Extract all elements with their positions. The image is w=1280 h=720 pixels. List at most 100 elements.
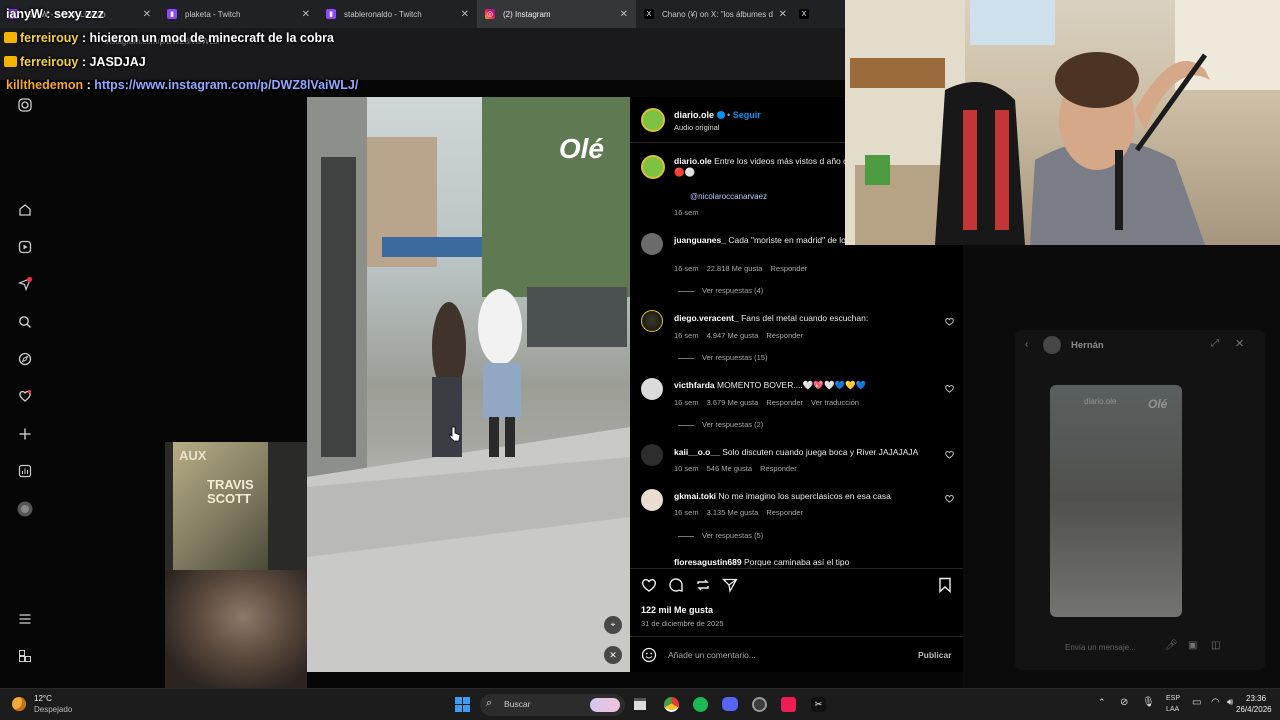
- account-avatar[interactable]: [641, 155, 665, 179]
- comment-avatar[interactable]: [641, 233, 663, 255]
- post-video[interactable]: Olé ✕ ⌖: [307, 97, 630, 672]
- comment-user[interactable]: gkmai.toki: [674, 491, 716, 501]
- back-icon[interactable]: ‹: [1025, 339, 1028, 350]
- wifi-icon[interactable]: ◠: [1211, 697, 1220, 708]
- profile-avatar-icon[interactable]: [16, 500, 34, 518]
- view-replies[interactable]: Ver respuestas (15): [678, 353, 767, 362]
- home-icon[interactable]: [16, 201, 34, 219]
- chrome-icon[interactable]: [664, 697, 679, 712]
- shared-post-card[interactable]: diario.ole Olé: [1050, 385, 1182, 617]
- dm-contact-name[interactable]: Hernán: [1071, 340, 1104, 351]
- tab-x[interactable]: X Chano (¥) on X: "los álbumes de ✕: [636, 0, 795, 28]
- close-tab-icon[interactable]: ✕: [620, 9, 628, 20]
- emoji-icon[interactable]: [641, 647, 657, 663]
- taskbar-search[interactable]: ⌕ Buscar: [480, 694, 625, 716]
- obs-icon[interactable]: [752, 697, 767, 712]
- tab-twitch-plaketa[interactable]: ▮ plaketa - Twitch ✕: [159, 0, 318, 28]
- reply-button[interactable]: Responder: [770, 264, 807, 273]
- mic-icon[interactable]: 🎙︎: [1142, 697, 1155, 708]
- tab-x-2[interactable]: X: [795, 0, 815, 28]
- network-icon[interactable]: ⊘: [1120, 697, 1128, 708]
- comment-user[interactable]: victhfarda: [674, 380, 715, 390]
- view-replies[interactable]: Ver respuestas (5): [678, 531, 763, 540]
- like-comment-icon[interactable]: [945, 384, 954, 393]
- tray-chevron-icon[interactable]: ⌃: [1098, 697, 1106, 708]
- threads-grid-icon[interactable]: [16, 647, 34, 665]
- dashboard-icon[interactable]: [16, 462, 34, 480]
- tag-icon[interactable]: ⌖: [604, 616, 622, 634]
- microphone-icon[interactable]: 🎤︎: [1165, 640, 1178, 651]
- reply-button[interactable]: Responder: [760, 464, 797, 473]
- like-comment-icon[interactable]: [945, 450, 954, 459]
- comment-user[interactable]: juanguanes_: [674, 235, 726, 245]
- close-tab-icon[interactable]: ✕: [779, 9, 787, 20]
- translate-button[interactable]: Ver traducción: [811, 398, 859, 407]
- search-icon[interactable]: [16, 313, 34, 331]
- comment-avatar[interactable]: [641, 310, 663, 332]
- discord-icon[interactable]: [722, 697, 738, 711]
- capcut-icon[interactable]: ✂: [811, 697, 826, 712]
- tab-twitch-stableronaldo[interactable]: ▮ stableronaldo - Twitch ✕: [318, 0, 477, 28]
- dm-message-input[interactable]: Envía un mensaje...: [1065, 643, 1136, 652]
- comment-likes[interactable]: 4.947 Me gusta: [707, 331, 759, 340]
- clock-date[interactable]: 26/4/2026: [1236, 705, 1272, 714]
- mention-link[interactable]: @nicolaroccanarvaez: [690, 192, 767, 201]
- clock-time[interactable]: 23:36: [1246, 694, 1266, 703]
- reply-button[interactable]: Responder: [766, 331, 803, 340]
- save-icon[interactable]: [938, 577, 952, 593]
- comment-avatar[interactable]: [641, 489, 663, 511]
- comment-likes[interactable]: 546 Me gusta: [707, 464, 752, 473]
- like-icon[interactable]: [641, 577, 657, 593]
- comment-likes[interactable]: 22.818 Me gusta: [707, 264, 763, 273]
- like-comment-icon[interactable]: [945, 494, 954, 503]
- comment-icon[interactable]: [668, 577, 684, 593]
- like-comment-icon[interactable]: [945, 317, 954, 326]
- comment-avatar[interactable]: [641, 378, 663, 400]
- instagram-logo-icon[interactable]: [16, 96, 34, 114]
- comment-user[interactable]: kaii__o.o__: [674, 447, 720, 457]
- volume-icon[interactable]: 🔊︎: [1227, 697, 1233, 708]
- account-name[interactable]: diario.ole: [674, 110, 714, 120]
- weather-temp[interactable]: 12°C: [34, 694, 52, 703]
- comment-user[interactable]: floresagustin689: [674, 557, 742, 567]
- notifications-icon[interactable]: [16, 387, 34, 405]
- close-tab-icon[interactable]: ✕: [302, 9, 310, 20]
- comment-likes[interactable]: 3.135 Me gusta: [707, 508, 759, 517]
- display-icon[interactable]: ▭: [1192, 697, 1201, 708]
- comment-input[interactable]: Añade un comentario...: [668, 650, 888, 660]
- close-tab-icon[interactable]: ✕: [143, 9, 151, 20]
- close-tab-icon[interactable]: ✕: [461, 9, 469, 20]
- comment-likes[interactable]: 3.679 Me gusta: [707, 398, 759, 407]
- explore-icon[interactable]: [16, 350, 34, 368]
- image-icon[interactable]: ▣: [1188, 640, 1197, 651]
- reply-button[interactable]: Responder: [766, 398, 803, 407]
- close-icon[interactable]: ✕: [1235, 337, 1244, 350]
- create-icon[interactable]: [16, 425, 34, 443]
- follow-button[interactable]: Seguir: [733, 110, 761, 120]
- tiktok-icon[interactable]: [781, 697, 796, 712]
- caption-account[interactable]: diario.ole: [674, 156, 712, 166]
- file-explorer-icon[interactable]: [634, 698, 646, 710]
- tab-instagram[interactable]: ◎ (2) Instagram ✕: [477, 0, 636, 28]
- chat-link[interactable]: https://www.instagram.com/p/DWZ8lVaiWLJ/: [94, 78, 358, 92]
- language-code[interactable]: ESP: [1166, 695, 1180, 702]
- more-menu-icon[interactable]: [16, 610, 34, 628]
- audio-label[interactable]: Audio original: [674, 123, 719, 132]
- start-button[interactable]: [455, 697, 470, 712]
- view-replies[interactable]: Ver respuestas (4): [678, 286, 763, 295]
- mute-icon[interactable]: ✕: [604, 646, 622, 664]
- publish-button[interactable]: Publicar: [918, 650, 952, 660]
- comment-avatar[interactable]: [641, 444, 663, 466]
- view-replies[interactable]: Ver respuestas (2): [678, 420, 763, 429]
- account-avatar[interactable]: [641, 108, 665, 132]
- weather-icon[interactable]: [12, 697, 26, 711]
- like-count[interactable]: 122 mil Me gusta: [641, 605, 713, 615]
- spotify-icon[interactable]: [693, 697, 708, 712]
- share-icon[interactable]: [722, 577, 738, 593]
- weather-desc[interactable]: Despejado: [34, 705, 72, 714]
- reply-button[interactable]: Responder: [766, 508, 803, 517]
- repost-icon[interactable]: [695, 577, 711, 593]
- keyboard-layout[interactable]: LAA: [1166, 706, 1179, 713]
- reels-icon[interactable]: [16, 238, 34, 256]
- sticker-icon[interactable]: ◫: [1211, 640, 1220, 651]
